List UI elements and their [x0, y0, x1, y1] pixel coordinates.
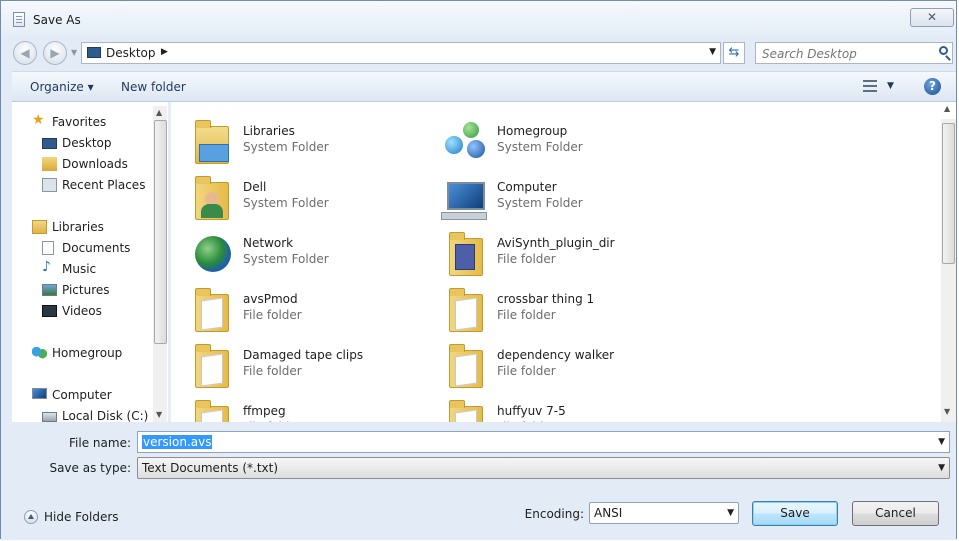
file-item-dependency-walker[interactable]: dependency walker File folder: [443, 340, 683, 392]
refresh-icon: ⇆: [728, 45, 740, 60]
forward-arrow-icon: ▶: [50, 46, 60, 60]
encoding-label: Encoding:: [524, 507, 584, 521]
navigation-pane: ★ Favorites Desktop Downloads Recent Plac…: [12, 102, 167, 422]
libraries-folder-icon: [189, 118, 237, 164]
file-item-damaged-tape-clips[interactable]: Damaged tape clips File folder: [189, 340, 429, 392]
change-view-icon[interactable]: [863, 80, 877, 92]
file-list-scroll-thumb[interactable]: [942, 123, 955, 264]
save-as-type-dropdown-icon[interactable]: ▼: [938, 463, 945, 473]
scroll-down-icon[interactable]: ▼: [944, 407, 950, 416]
folder-icon: [443, 398, 491, 422]
file-name-dropdown-icon[interactable]: ▼: [938, 437, 945, 447]
file-item-homegroup[interactable]: Homegroup System Folder: [443, 116, 683, 168]
file-name-label: File name:: [69, 436, 131, 450]
folder-icon: [189, 398, 237, 422]
folder-icon: [443, 230, 491, 276]
save-button[interactable]: Save: [752, 501, 838, 526]
back-button[interactable]: ◀: [13, 41, 37, 65]
user-folder-icon: [189, 174, 237, 220]
cancel-button[interactable]: Cancel: [852, 501, 939, 526]
file-name-field[interactable]: version.avs ▼: [137, 431, 950, 453]
recent-locations-dropdown[interactable]: ▼: [71, 48, 77, 57]
title-bar: Save As ✕: [1, 1, 956, 37]
file-item-avspmod[interactable]: avsPmod File folder: [189, 284, 429, 336]
homegroup-icon: [443, 118, 491, 164]
file-item-dell[interactable]: Dell System Folder: [189, 172, 429, 224]
refresh-button[interactable]: ⇆: [723, 42, 745, 64]
navigation-bar: ◀ ▶ ▼ Desktop ▶ ▼ ⇆: [1, 37, 956, 69]
homegroup-icon: [32, 346, 47, 360]
encoding-value: ANSI: [594, 506, 623, 520]
folder-icon: [443, 342, 491, 388]
close-icon: ✕: [926, 10, 938, 24]
breadcrumb-chevron-icon[interactable]: ▶: [161, 47, 168, 57]
search-icon[interactable]: [939, 46, 948, 55]
scroll-down-icon[interactable]: ▼: [156, 410, 162, 419]
scroll-up-icon[interactable]: ▲: [156, 108, 162, 117]
file-item-libraries[interactable]: Libraries System Folder: [189, 116, 429, 168]
libraries-icon: [32, 220, 47, 234]
save-options-panel: File name: version.avs ▼ Save as type: T…: [1, 422, 956, 540]
file-item-avisynth-plugin-dir[interactable]: AviSynth_plugin_dir File folder: [443, 228, 683, 280]
back-arrow-icon: ◀: [20, 46, 30, 60]
address-location[interactable]: Desktop: [106, 46, 156, 60]
browser-area: ★ Favorites Desktop Downloads Recent Plac…: [12, 102, 956, 422]
file-list: Libraries System Folder Homegroup System…: [171, 102, 941, 422]
notepad-icon: [13, 12, 25, 27]
forward-button[interactable]: ▶: [43, 41, 67, 65]
sidebar-scroll-thumb[interactable]: [154, 120, 167, 344]
computer-icon: [441, 174, 491, 220]
address-bar[interactable]: Desktop ▶ ▼: [81, 42, 721, 64]
file-list-scrollbar[interactable]: ▲ ▼: [941, 104, 956, 422]
folder-icon: [189, 286, 237, 332]
encoding-select[interactable]: ANSI ▼: [589, 502, 739, 524]
file-item-ffmpeg[interactable]: ffmpeg File folder: [189, 396, 429, 422]
documents-icon: [42, 241, 54, 255]
downloads-icon: [42, 157, 57, 171]
desktop-icon: [42, 138, 57, 149]
save-as-dialog: Save As ✕ ◀ ▶ ▼ Desktop ▶ ▼ ⇆ Organize ▾…: [0, 0, 957, 540]
folder-icon: [189, 342, 237, 388]
command-toolbar: Organize ▾ New folder ▼ ?: [12, 71, 956, 102]
help-icon[interactable]: ?: [924, 78, 941, 95]
folder-icon: [443, 286, 491, 332]
encoding-dropdown-icon[interactable]: ▼: [727, 508, 734, 518]
file-item-crossbar-thing-1[interactable]: crossbar thing 1 File folder: [443, 284, 683, 336]
sidebar-scrollbar[interactable]: ▲ ▼: [153, 106, 167, 422]
save-as-type-label: Save as type:: [49, 461, 131, 475]
pictures-icon: [42, 284, 57, 296]
hide-folders-icon[interactable]: [24, 510, 38, 524]
search-box[interactable]: [755, 42, 953, 64]
new-folder-button[interactable]: New folder: [121, 80, 186, 94]
save-as-type-select[interactable]: Text Documents (*.txt) ▼: [137, 457, 950, 479]
window-title: Save As: [33, 13, 81, 27]
music-icon: ♪: [42, 259, 51, 275]
computer-icon: [32, 388, 47, 399]
disk-icon: [42, 412, 57, 422]
close-button[interactable]: ✕: [910, 8, 954, 27]
videos-icon: [42, 305, 57, 317]
file-item-computer[interactable]: Computer System Folder: [441, 172, 683, 224]
file-item-huffyuv-7-5[interactable]: huffyuv 7-5 File folder: [443, 396, 683, 422]
file-name-value[interactable]: version.avs: [142, 435, 213, 449]
hide-folders-link[interactable]: Hide Folders: [44, 510, 119, 524]
search-input[interactable]: [760, 45, 932, 63]
organize-button[interactable]: Organize ▾: [30, 80, 94, 94]
desktop-icon: [87, 47, 101, 58]
address-dropdown-icon[interactable]: ▼: [709, 47, 716, 57]
file-item-network[interactable]: Network System Folder: [189, 228, 429, 280]
network-icon: [189, 230, 237, 276]
save-as-type-value: Text Documents (*.txt): [142, 461, 279, 475]
recent-places-icon: [42, 178, 57, 192]
view-options-dropdown[interactable]: ▼: [887, 81, 894, 91]
scroll-up-icon[interactable]: ▲: [944, 104, 950, 113]
star-icon: ★: [32, 112, 45, 128]
